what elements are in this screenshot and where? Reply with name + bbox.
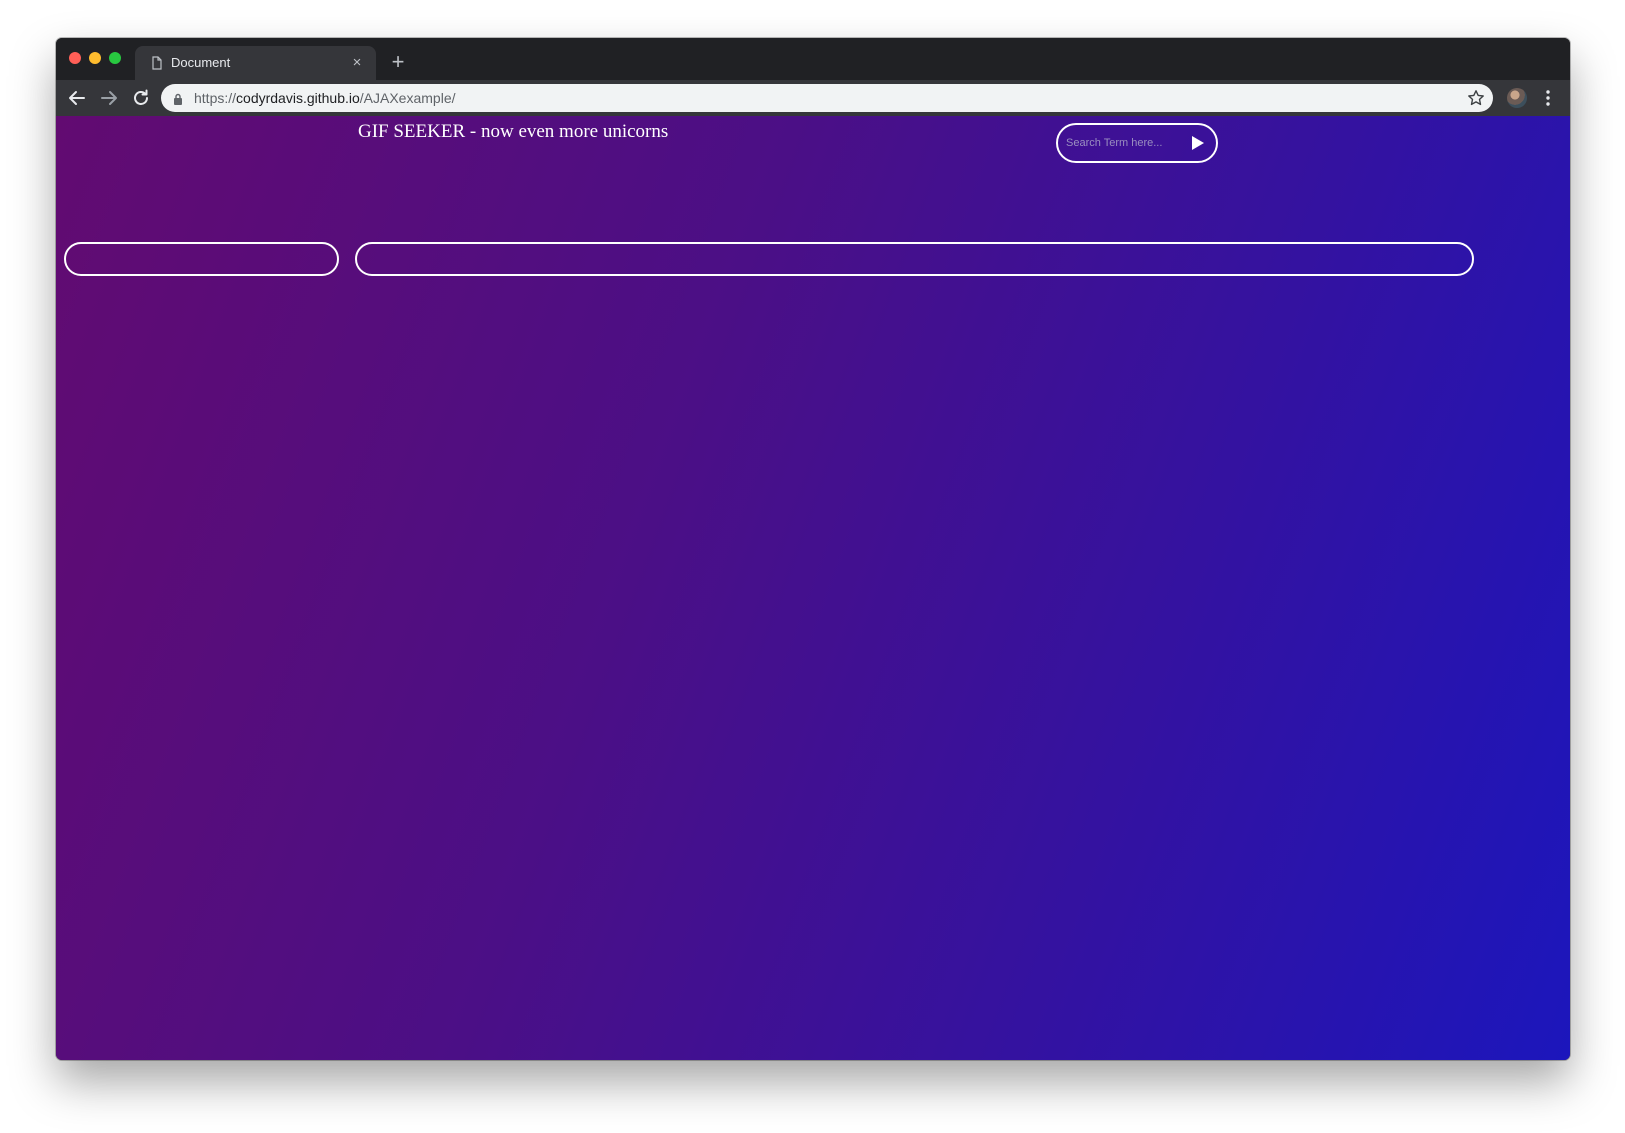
play-triangle-icon xyxy=(1192,136,1204,150)
url-path: /AJAXexample/ xyxy=(359,90,456,106)
sidebar-panel xyxy=(64,242,339,276)
lock-icon xyxy=(173,92,183,105)
arrow-right-icon xyxy=(101,91,117,105)
browser-window: Document × + https://codyrdavis.github.i… xyxy=(56,38,1570,1060)
search-submit-button[interactable] xyxy=(1188,134,1206,152)
url-host: codyrdavis.github.io xyxy=(236,90,360,106)
close-tab-icon[interactable]: × xyxy=(348,54,366,72)
bookmark-star-icon[interactable] xyxy=(1467,89,1485,107)
url-text[interactable]: https://codyrdavis.github.io/AJAXexample… xyxy=(194,90,456,106)
document-icon xyxy=(150,56,164,70)
browser-toolbar: https://codyrdavis.github.io/AJAXexample… xyxy=(56,80,1570,116)
search-input[interactable] xyxy=(1066,134,1184,152)
reload-button[interactable] xyxy=(129,86,153,110)
back-button[interactable] xyxy=(65,86,89,110)
new-tab-button[interactable]: + xyxy=(386,50,410,74)
profile-avatar[interactable] xyxy=(1507,88,1527,108)
url-scheme: https:// xyxy=(194,90,237,106)
tab-title: Document xyxy=(171,55,231,70)
reload-icon xyxy=(134,89,148,105)
address-bar[interactable]: https://codyrdavis.github.io/AJAXexample… xyxy=(161,84,1493,112)
kebab-menu-icon[interactable] xyxy=(1538,88,1558,108)
page-title: GIF SEEKER - now even more unicorns xyxy=(358,121,669,142)
forward-button[interactable] xyxy=(97,86,121,110)
results-panel xyxy=(355,242,1474,276)
search-form xyxy=(1056,123,1218,163)
arrow-left-icon xyxy=(69,91,85,105)
minimize-window-button[interactable] xyxy=(89,52,101,64)
tab-strip: Document × + xyxy=(56,38,1570,80)
close-window-button[interactable] xyxy=(69,52,81,64)
maximize-window-button[interactable] xyxy=(109,52,121,64)
page-viewport: GIF SEEKER - now even more unicorns xyxy=(56,116,1570,1060)
browser-tab[interactable]: Document × xyxy=(135,46,376,80)
